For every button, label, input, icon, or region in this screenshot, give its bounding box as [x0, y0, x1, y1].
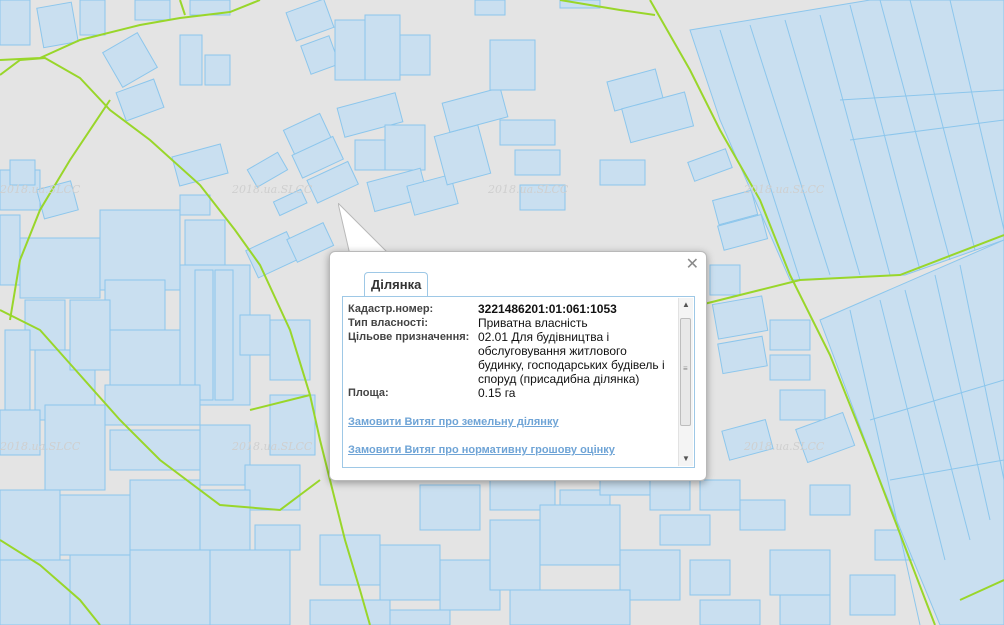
parcel-details: Кадастр.номер: 3221486201:01:061:1053 Ти… [348, 302, 673, 456]
scroll-thumb[interactable]: ≡ [680, 318, 691, 426]
parcel-details-panel: Кадастр.номер: 3221486201:01:061:1053 Ти… [342, 296, 695, 468]
field-row: Кадастр.номер: 3221486201:01:061:1053 [348, 302, 673, 316]
order-parcel-extract-link[interactable]: Замовити Витяг про земельну ділянку [348, 416, 673, 428]
parcel-info-popup: ✕ Ділянка Кадастр.номер: 3221486201:01:0… [329, 251, 707, 481]
close-icon[interactable]: ✕ [686, 255, 699, 275]
field-label: Площа: [348, 387, 389, 399]
scrollbar[interactable]: ▲ ≡ ▼ [678, 298, 693, 466]
ownership-type-value: Приватна власність [478, 316, 588, 330]
tab-parcel[interactable]: Ділянка [364, 272, 429, 297]
scroll-up-icon[interactable]: ▲ [679, 298, 693, 312]
field-row: Цільове призначення: 02.01 Для будівницт… [348, 330, 673, 386]
cadastral-number-value: 3221486201:01:061:1053 [478, 302, 617, 316]
field-label: Кадастр.номер: [348, 303, 434, 315]
field-row: Площа: 0.15 га [348, 386, 673, 400]
scroll-down-icon[interactable]: ▼ [679, 452, 693, 466]
field-label: Цільове призначення: [348, 331, 470, 343]
order-valuation-extract-link[interactable]: Замовити Витяг про нормативну грошову оц… [348, 444, 673, 456]
field-label: Тип власності: [348, 317, 429, 329]
popup-pointer [338, 203, 393, 255]
purpose-value: 02.01 Для будівництва і обслуговування ж… [478, 330, 665, 386]
field-row: Тип власності: Приватна власність [348, 316, 673, 330]
area-value: 0.15 га [478, 386, 516, 400]
